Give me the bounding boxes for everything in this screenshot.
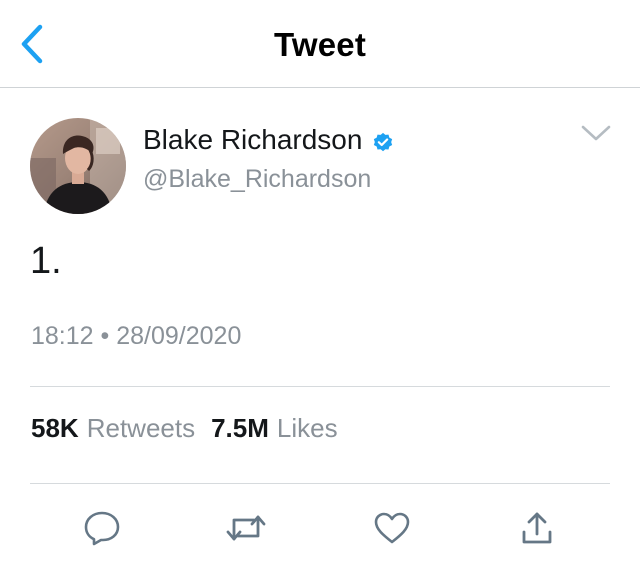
retweet-icon <box>226 511 266 545</box>
author-handle[interactable]: @Blake_Richardson <box>143 165 371 194</box>
likes-label: Likes <box>276 413 338 443</box>
retweets-count: 58K <box>31 413 79 443</box>
verified-badge-icon <box>372 129 394 152</box>
retweets-label: Retweets <box>86 413 196 443</box>
share-button[interactable] <box>515 506 559 550</box>
author-name-text: Blake Richardson <box>143 124 363 155</box>
divider <box>30 386 610 387</box>
tweet-time: 18:12 <box>31 322 94 350</box>
reply-button[interactable] <box>80 506 124 550</box>
likes-stat[interactable]: 7.5M Likes <box>211 413 338 444</box>
share-icon <box>520 510 554 546</box>
navigation-header: Tweet <box>0 0 640 88</box>
divider <box>30 483 610 484</box>
avatar[interactable] <box>30 118 126 214</box>
tweet-detail-screen: Tweet Blake Richardson @Blake_Richardson… <box>0 0 640 566</box>
page-title: Tweet <box>273 26 367 63</box>
tweet-options-button[interactable] <box>578 120 614 150</box>
reply-icon <box>83 510 121 546</box>
like-button[interactable] <box>370 506 414 550</box>
chevron-down-icon <box>581 124 611 147</box>
author-name[interactable]: Blake Richardson <box>143 124 394 156</box>
tweet-text: 1. <box>30 240 62 282</box>
likes-count: 7.5M <box>211 413 269 443</box>
like-icon <box>373 511 411 545</box>
retweet-button[interactable] <box>224 506 268 550</box>
meta-separator: • <box>100 322 110 350</box>
retweets-stat[interactable]: 58K Retweets <box>31 413 195 444</box>
tweet-stats: 58K Retweets 7.5M Likes <box>31 413 338 444</box>
tweet-date: 28/09/2020 <box>116 322 242 350</box>
tweet-timestamp: 18:12 • 28/09/2020 <box>31 322 241 351</box>
